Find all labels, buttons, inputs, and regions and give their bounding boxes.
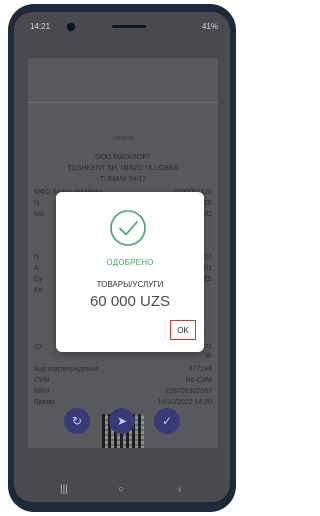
row-key: N [34, 254, 40, 261]
status-battery: 41% [201, 22, 218, 31]
merchant-name: OOO MAYASOFT [95, 154, 151, 161]
receipt-row: CVM No CVM [28, 377, 218, 384]
home-icon[interactable]: ○ [118, 484, 124, 495]
back-icon[interactable]: ‹ [178, 484, 181, 495]
payment-label: ТОВАРЫ/УСЛУГИ [96, 280, 164, 289]
row-value: 71 [204, 344, 212, 351]
merchant-address-2: TUMANI 54/17 [99, 176, 147, 183]
receipt-row: Код подтверждения 477244 [28, 366, 218, 373]
row-value: ZS [203, 276, 212, 283]
row-key: Ma [34, 211, 44, 218]
recent-apps-icon[interactable]: ||| [60, 484, 68, 495]
row-key: ID [34, 344, 41, 351]
row-value: No CVM [185, 377, 212, 384]
row-value: 01 [204, 265, 212, 272]
row-key: Время [34, 399, 56, 406]
row-value: 02 [204, 211, 212, 218]
receipt-brand: ОМАНТА [112, 136, 134, 142]
nav-bar: ||| ○ ‹ [14, 478, 230, 502]
row-key: A [34, 265, 39, 272]
row-value: ZS [203, 200, 212, 207]
ok-button[interactable]: OK [170, 320, 196, 340]
row-key: RRN [34, 388, 50, 395]
row-value: 27 [204, 254, 212, 261]
receipt-row: 9b [28, 353, 218, 360]
row-key: Cy [34, 276, 43, 283]
payment-amount: 60 000 UZS [89, 293, 171, 310]
repeat-button[interactable]: ↻ [64, 408, 90, 434]
receipt-row: RRN 228709302567 [28, 388, 218, 395]
row-value: 14/10/2022 14:20 [157, 399, 213, 406]
row-value: 228709302567 [165, 388, 212, 395]
receipt-divider [28, 102, 218, 103]
confirm-button[interactable]: ✓ [154, 408, 180, 434]
row-value: 9b [204, 353, 212, 360]
receipt-row: Время 14/10/2022 14:20 [28, 399, 218, 406]
row-key: Ko [34, 287, 43, 294]
merchant-address-1: TOSHKENT SH, MIRZO ULUGBEK [67, 165, 179, 172]
row-value: 477244 [188, 366, 212, 373]
row-key: CVM [34, 377, 50, 384]
row-key: N [34, 200, 40, 207]
send-button[interactable]: ➤ [109, 408, 135, 434]
row-key: Код подтверждения [34, 366, 99, 373]
approval-dialog: ОДОБРЕНО ТОВАРЫ/УСЛУГИ 60 000 UZS OK [56, 192, 204, 352]
success-check-icon [110, 210, 146, 246]
status-time: 14:21 [30, 22, 51, 31]
approval-status: ОДОБРЕНО [106, 258, 154, 267]
status-bar: 14:21 41% [14, 12, 230, 40]
